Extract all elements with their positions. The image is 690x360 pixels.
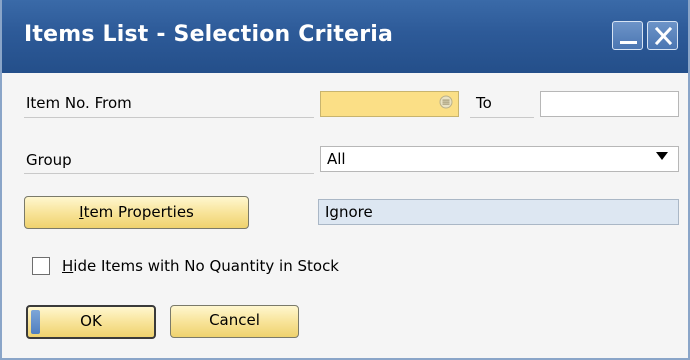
group-select[interactable]: All — [320, 146, 679, 172]
cancel-button[interactable]: Cancel — [170, 305, 299, 338]
group-select-value: All — [327, 150, 346, 168]
item-no-from-label: Item No. From — [26, 94, 132, 112]
properties-value-field: Ignore — [318, 199, 679, 225]
hide-items-mnemonic: H — [62, 257, 74, 275]
item-no-underline — [24, 117, 314, 118]
dialog-window: Items List - Selection Criteria Item No.… — [0, 0, 690, 360]
minimize-button[interactable] — [612, 21, 643, 50]
group-label: Group — [26, 151, 72, 169]
close-button[interactable] — [647, 21, 678, 50]
dropdown-arrow-icon[interactable] — [656, 152, 668, 160]
focus-indicator — [31, 310, 40, 334]
item-properties-button-label: tem Properties — [83, 203, 194, 221]
item-no-to-label: To — [476, 94, 492, 112]
ok-button[interactable]: OK — [26, 305, 156, 339]
close-icon — [654, 26, 673, 46]
link-arrow-icon[interactable] — [439, 95, 453, 109]
hide-items-checkbox[interactable] — [32, 257, 50, 275]
minimize-icon — [620, 41, 637, 44]
group-underline — [24, 173, 314, 174]
item-no-to-input[interactable] — [540, 91, 679, 117]
ok-button-label: OK — [80, 312, 102, 330]
hide-items-label[interactable]: Hide Items with No Quantity in Stock — [62, 257, 339, 275]
item-properties-button[interactable]: Item Properties — [24, 196, 249, 229]
title-bar[interactable]: Items List - Selection Criteria — [2, 0, 688, 73]
hide-items-label-text: ide Items with No Quantity in Stock — [73, 257, 339, 275]
cancel-button-label: Cancel — [209, 311, 260, 329]
window-title: Items List - Selection Criteria — [24, 22, 394, 47]
to-underline — [470, 117, 534, 118]
